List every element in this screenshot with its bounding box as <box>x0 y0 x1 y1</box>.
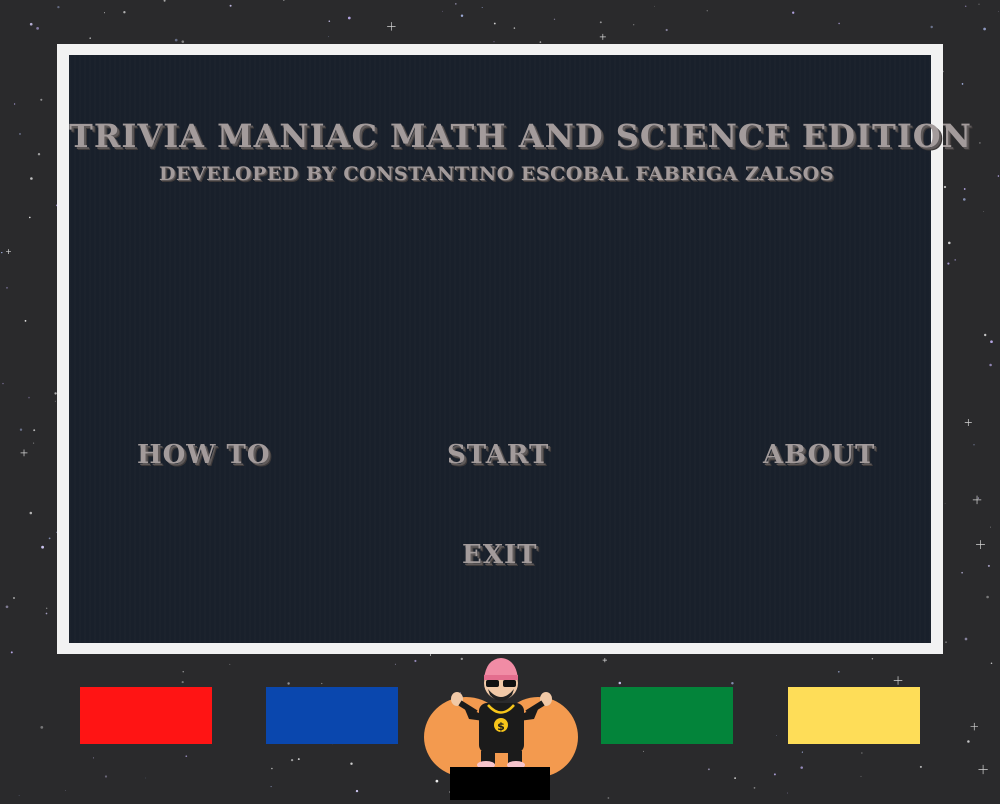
developer-credit: DEVELOPED BY CONSTANTINO ESCOBAL FABRIGA… <box>159 163 834 185</box>
how-to-button[interactable]: HOW TO <box>137 440 270 470</box>
red-answer-button[interactable] <box>80 687 212 744</box>
title-screen: TRIVIA MANIAC MATH AND SCIENCE EDITION D… <box>69 55 972 643</box>
game-board-frame: TRIVIA MANIAC MATH AND SCIENCE EDITION D… <box>57 44 972 654</box>
host-mascot-icon: $ <box>424 655 579 800</box>
svg-text:$: $ <box>497 720 505 733</box>
about-button[interactable]: ABOUT <box>763 440 875 470</box>
start-button[interactable]: START <box>447 440 549 470</box>
game-title: TRIVIA MANIAC MATH AND SCIENCE EDITION <box>69 117 972 155</box>
exit-button[interactable]: EXIT <box>462 540 538 570</box>
green-answer-button[interactable] <box>601 687 733 744</box>
yellow-answer-button[interactable] <box>788 687 920 744</box>
blue-answer-button[interactable] <box>266 687 398 744</box>
